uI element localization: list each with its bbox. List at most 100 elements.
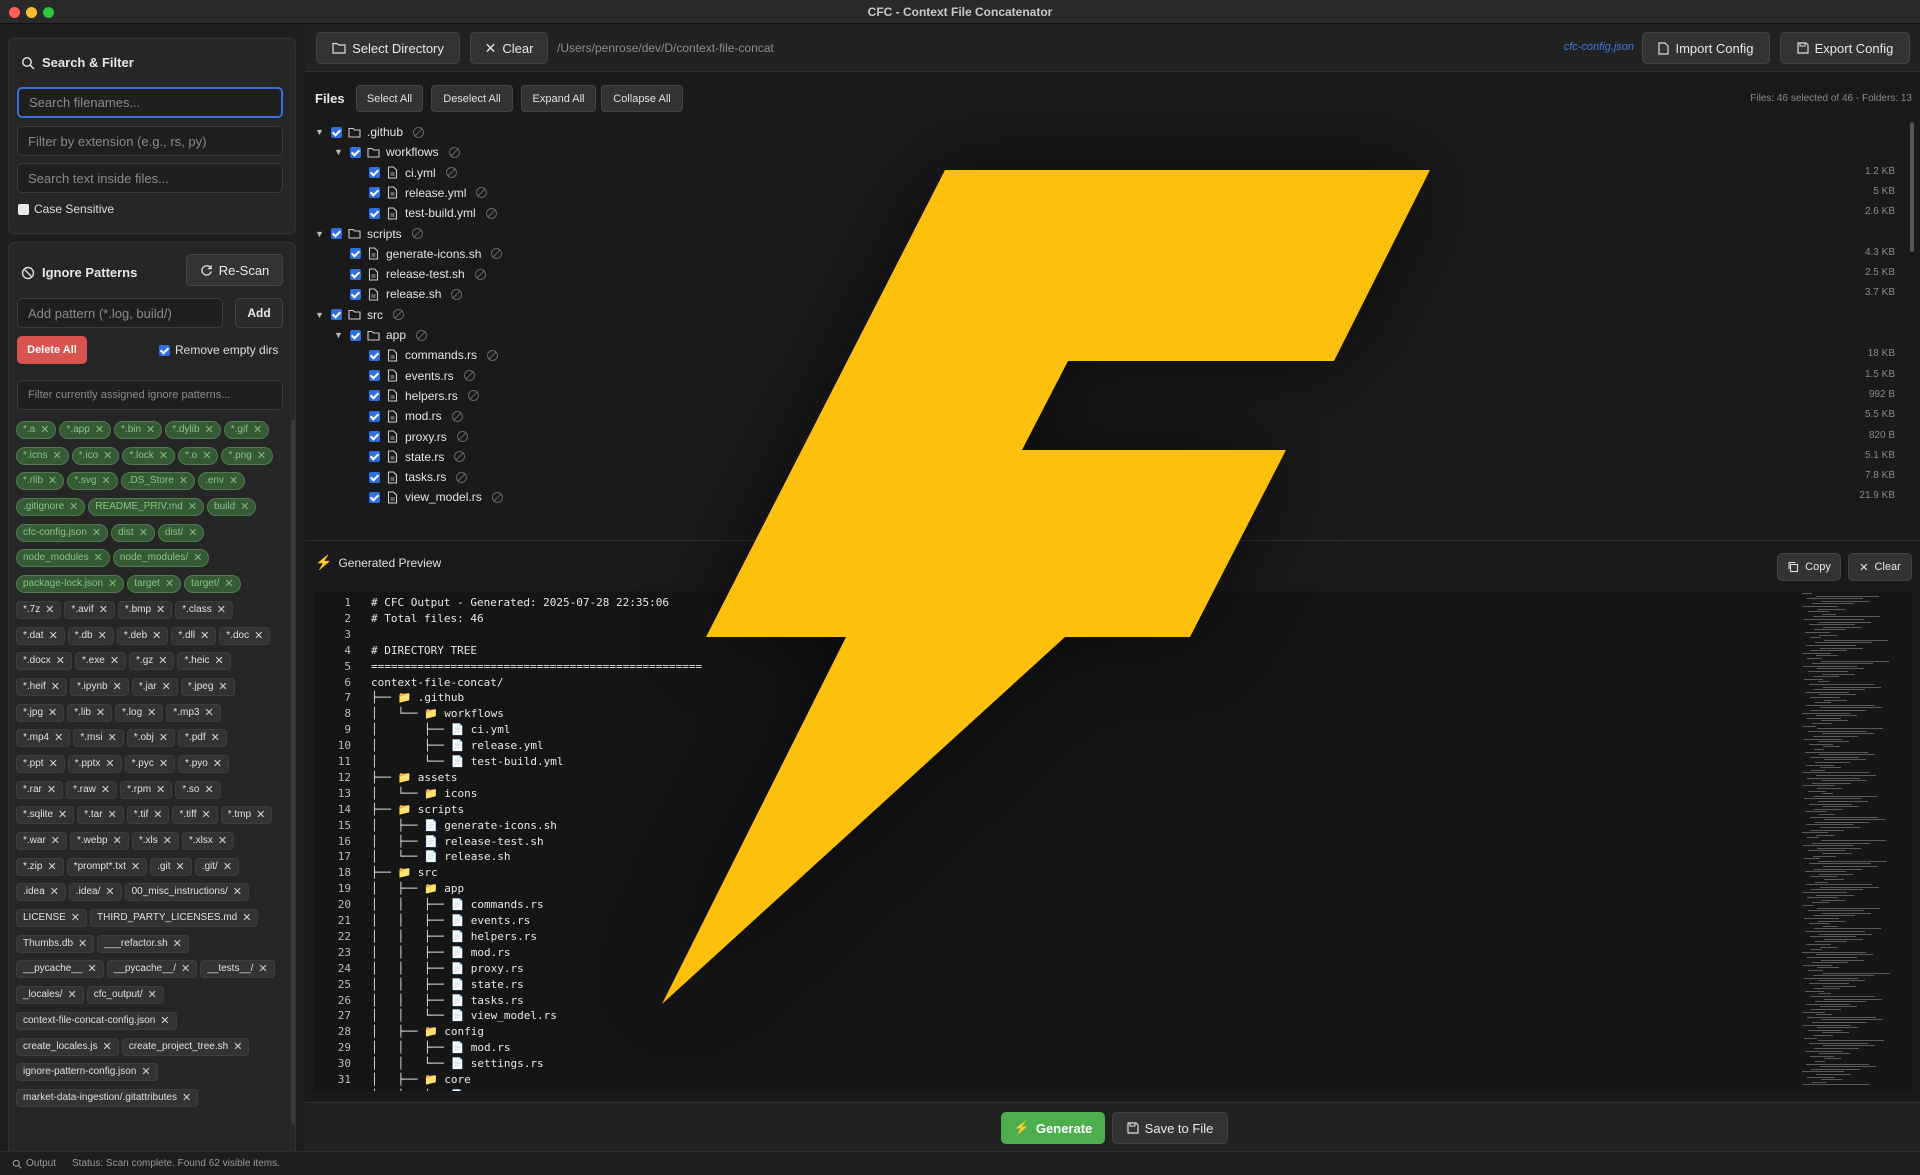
ignore-pattern-tag[interactable]: *.o ✕ bbox=[178, 446, 219, 465]
tree-folder-row[interactable]: ▼ scripts bbox=[315, 224, 423, 244]
remove-pattern-icon[interactable]: ✕ bbox=[156, 781, 165, 799]
ignore-pattern-tag[interactable]: .gitignore ✕ bbox=[16, 498, 86, 517]
ignore-pattern-tag[interactable]: .idea/ ✕ bbox=[68, 883, 122, 902]
remove-pattern-icon[interactable]: ✕ bbox=[113, 832, 122, 850]
remove-pattern-icon[interactable]: ✕ bbox=[153, 806, 162, 824]
remove-pattern-icon[interactable]: ✕ bbox=[47, 858, 56, 876]
remove-pattern-icon[interactable]: ✕ bbox=[213, 755, 222, 773]
tree-checkbox[interactable] bbox=[369, 471, 380, 483]
remove-pattern-icon[interactable]: ✕ bbox=[50, 883, 59, 901]
remove-pattern-icon[interactable]: ✕ bbox=[218, 678, 227, 696]
tree-file-row[interactable]: ci.yml bbox=[353, 163, 457, 183]
ignore-pattern-tag[interactable]: target/ ✕ bbox=[184, 575, 241, 594]
config-file-name[interactable]: cfc-config.json bbox=[1564, 41, 1634, 53]
remove-pattern-icon[interactable]: ✕ bbox=[160, 1012, 169, 1030]
remove-pattern-icon[interactable]: ✕ bbox=[159, 755, 168, 773]
remove-pattern-icon[interactable]: ✕ bbox=[94, 549, 103, 567]
remove-pattern-icon[interactable]: ✕ bbox=[188, 498, 197, 516]
ignore-pattern-tag[interactable]: *.tmp ✕ bbox=[220, 806, 273, 825]
remove-empty-dirs-option[interactable]: Remove empty dirs bbox=[159, 343, 278, 357]
ignore-pattern-tag[interactable]: create_locales.js ✕ bbox=[16, 1037, 119, 1056]
ignore-pattern-tag[interactable]: *.so ✕ bbox=[175, 780, 221, 799]
ignore-pattern-tag[interactable]: *.dll ✕ bbox=[171, 626, 217, 645]
tree-file-row[interactable]: proxy.rs bbox=[353, 427, 468, 447]
ignore-pattern-tag[interactable]: *.db ✕ bbox=[67, 626, 114, 645]
remove-pattern-icon[interactable]: ✕ bbox=[58, 806, 67, 824]
ignore-pattern-tag[interactable]: *.sqlite ✕ bbox=[16, 806, 75, 825]
ignore-item-icon[interactable] bbox=[416, 329, 428, 341]
remove-pattern-icon[interactable]: ✕ bbox=[96, 704, 105, 722]
ignore-pattern-tag[interactable]: .git/ ✕ bbox=[194, 857, 240, 876]
ignore-pattern-tag[interactable]: *prompt*.txt ✕ bbox=[66, 857, 148, 876]
ignore-pattern-tag[interactable]: package-lock.json ✕ bbox=[16, 575, 125, 594]
ignore-pattern-tag[interactable]: *.heic ✕ bbox=[177, 652, 231, 671]
ignore-item-icon[interactable] bbox=[456, 431, 468, 442]
tree-checkbox[interactable] bbox=[331, 126, 342, 138]
remove-pattern-icon[interactable]: ✕ bbox=[40, 421, 49, 439]
chevron-down-icon[interactable]: ▼ bbox=[315, 310, 325, 320]
remove-pattern-icon[interactable]: ✕ bbox=[67, 986, 76, 1004]
delete-all-button[interactable]: Delete All bbox=[17, 336, 87, 364]
tree-folder-row[interactable]: ▼ .github bbox=[315, 122, 425, 142]
ignore-pattern-tag[interactable]: node_modules/ ✕ bbox=[112, 549, 210, 568]
ignore-pattern-tag[interactable]: *.exe ✕ bbox=[75, 652, 127, 671]
remove-pattern-icon[interactable]: ✕ bbox=[159, 447, 168, 465]
remove-pattern-icon[interactable]: ✕ bbox=[105, 883, 114, 901]
ignore-pattern-tag[interactable]: .git ✕ bbox=[150, 857, 192, 876]
remove-pattern-icon[interactable]: ✕ bbox=[92, 524, 101, 542]
ignore-pattern-tag[interactable]: *.pyc ✕ bbox=[124, 754, 176, 773]
ignore-item-icon[interactable] bbox=[463, 370, 475, 382]
tree-file-row[interactable]: events.rs bbox=[353, 366, 475, 386]
remove-pattern-icon[interactable]: ✕ bbox=[48, 472, 57, 490]
chevron-down-icon[interactable]: ▼ bbox=[315, 127, 325, 137]
tree-file-row[interactable]: release.sh bbox=[334, 284, 463, 304]
expand-all-button[interactable]: Expand All bbox=[521, 85, 596, 112]
ignore-pattern-tag[interactable]: *.a ✕ bbox=[16, 421, 57, 439]
remove-pattern-icon[interactable]: ✕ bbox=[179, 472, 188, 490]
remove-pattern-icon[interactable]: ✕ bbox=[108, 575, 117, 593]
ignore-pattern-tag[interactable]: build ✕ bbox=[207, 498, 257, 517]
remove-pattern-icon[interactable]: ✕ bbox=[146, 421, 155, 439]
remove-pattern-icon[interactable]: ✕ bbox=[173, 935, 182, 953]
ignore-pattern-tag[interactable]: dist/ ✕ bbox=[157, 523, 205, 542]
rescan-button[interactable]: Re-Scan bbox=[186, 254, 283, 286]
ignore-pattern-tag[interactable]: *.msi ✕ bbox=[73, 729, 124, 748]
remove-pattern-icon[interactable]: ✕ bbox=[205, 704, 214, 722]
tree-file-row[interactable]: release-test.sh bbox=[334, 264, 486, 284]
tree-file-row[interactable]: generate-icons.sh bbox=[334, 244, 503, 264]
pattern-filter-input[interactable] bbox=[17, 380, 283, 410]
ignore-pattern-tag[interactable]: context-file-concat-config.json ✕ bbox=[16, 1011, 177, 1030]
ignore-pattern-tag[interactable]: cfc_output/ ✕ bbox=[86, 986, 164, 1005]
extension-filter-input[interactable] bbox=[17, 126, 283, 156]
ignore-pattern-tag[interactable]: *.gz ✕ bbox=[129, 652, 175, 671]
clear-preview-button[interactable]: ✕ Clear bbox=[1848, 553, 1912, 581]
remove-pattern-icon[interactable]: ✕ bbox=[175, 858, 184, 876]
ignore-pattern-tag[interactable]: *.pptx ✕ bbox=[67, 754, 122, 773]
remove-pattern-icon[interactable]: ✕ bbox=[193, 549, 202, 567]
remove-pattern-icon[interactable]: ✕ bbox=[224, 575, 233, 593]
tree-checkbox[interactable] bbox=[369, 410, 380, 422]
chevron-down-icon[interactable]: ▼ bbox=[315, 229, 325, 239]
ignore-pattern-tag[interactable]: *.tif ✕ bbox=[126, 806, 170, 825]
tree-folder-row[interactable]: ▼ src bbox=[315, 305, 404, 325]
tree-checkbox[interactable] bbox=[369, 349, 380, 361]
remove-pattern-icon[interactable]: ✕ bbox=[163, 832, 172, 850]
clear-directory-button[interactable]: ✕ Clear bbox=[470, 32, 548, 64]
remove-pattern-icon[interactable]: ✕ bbox=[47, 781, 56, 799]
ignore-item-icon[interactable] bbox=[476, 187, 488, 199]
remove-pattern-icon[interactable]: ✕ bbox=[71, 909, 80, 927]
ignore-pattern-tag[interactable]: ___refactor.sh ✕ bbox=[97, 934, 189, 953]
remove-pattern-icon[interactable]: ✕ bbox=[217, 601, 226, 619]
remove-pattern-icon[interactable]: ✕ bbox=[49, 627, 58, 645]
export-config-button[interactable]: Export Config bbox=[1780, 32, 1910, 64]
remove-pattern-icon[interactable]: ✕ bbox=[253, 421, 262, 439]
ignore-pattern-tag[interactable]: *.pyo ✕ bbox=[178, 754, 230, 773]
preview-editor[interactable]: 1 # CFC Output - Generated: 2025-07-28 22… bbox=[313, 591, 1803, 1091]
tree-checkbox[interactable] bbox=[350, 288, 361, 300]
ignore-item-icon[interactable] bbox=[485, 207, 497, 219]
remove-pattern-icon[interactable]: ✕ bbox=[257, 447, 266, 465]
tree-file-row[interactable]: commands.rs bbox=[353, 345, 499, 365]
ignore-item-icon[interactable] bbox=[451, 288, 463, 300]
remove-pattern-icon[interactable]: ✕ bbox=[51, 832, 60, 850]
ignore-pattern-tag[interactable]: *.tiff ✕ bbox=[172, 806, 218, 825]
